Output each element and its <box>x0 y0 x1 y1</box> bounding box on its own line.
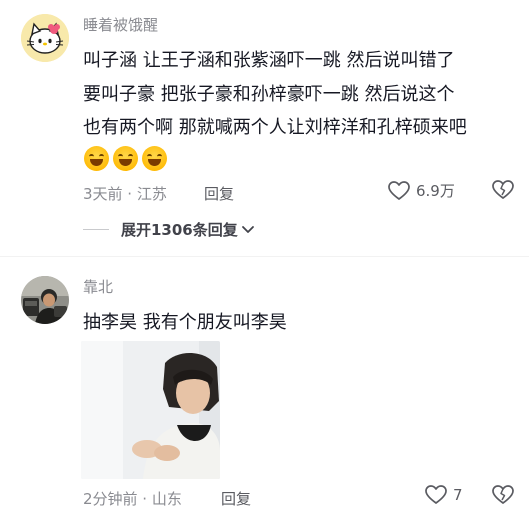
comment-item: 睡着被饿醒 叫子涵 让王子涵和张紫涵吓一跳 然后说叫错了 要叫子豪 把张子豪和孙… <box>0 0 529 250</box>
hello-kitty-avatar-icon <box>21 14 69 62</box>
grin-emoji-icon <box>84 146 109 171</box>
emoji-row <box>84 146 167 171</box>
broken-heart-icon <box>492 180 514 199</box>
expand-divider-line <box>83 229 109 230</box>
comment-photo[interactable] <box>81 341 220 479</box>
comment-time-location: 3天前 · 江苏 <box>83 185 167 203</box>
dislike-button[interactable] <box>492 180 514 204</box>
comment-item: 靠北 抽李昊 我有个朋友叫李昊 2分钟前 · 山东 回复 7 <box>0 262 529 518</box>
comment-text-line: 也有两个啊 那就喊两个人让刘梓洋和孔梓硕来吧 <box>83 117 467 138</box>
reply-button[interactable]: 回复 <box>204 183 234 204</box>
comment-text-line: 要叫子豪 把张子豪和孙梓豪吓一跳 然后说这个 <box>83 84 455 105</box>
heart-outline-icon <box>388 180 410 200</box>
like-button[interactable]: 7 <box>425 485 463 505</box>
comment-text-line: 叫子涵 让王子涵和张紫涵吓一跳 然后说叫错了 <box>83 50 455 71</box>
username[interactable]: 睡着被饿醒 <box>83 14 158 35</box>
comment-text-line: 抽李昊 我有个朋友叫李昊 <box>83 312 287 333</box>
comment-divider <box>0 256 529 257</box>
comment-time-location: 2分钟前 · 山东 <box>83 490 182 508</box>
grin-emoji-icon <box>142 146 167 171</box>
user-photo-avatar-icon <box>21 276 69 324</box>
broken-heart-icon <box>492 485 514 504</box>
grin-emoji-icon <box>113 146 138 171</box>
like-count: 6.9万 <box>416 182 455 200</box>
expand-replies-label: 展开1306条回复 <box>121 221 238 239</box>
avatar[interactable] <box>21 276 69 324</box>
heart-outline-icon <box>425 485 447 504</box>
person-photo-image <box>81 341 220 479</box>
expand-replies-button[interactable]: 展开1306条回复 <box>83 219 255 240</box>
avatar[interactable] <box>21 14 69 62</box>
like-count: 7 <box>453 486 463 504</box>
dislike-button[interactable] <box>492 485 514 509</box>
reply-button[interactable]: 回复 <box>221 488 251 509</box>
chevron-down-icon <box>241 225 254 233</box>
username[interactable]: 靠北 <box>83 276 113 297</box>
like-button[interactable]: 6.9万 <box>388 180 455 201</box>
